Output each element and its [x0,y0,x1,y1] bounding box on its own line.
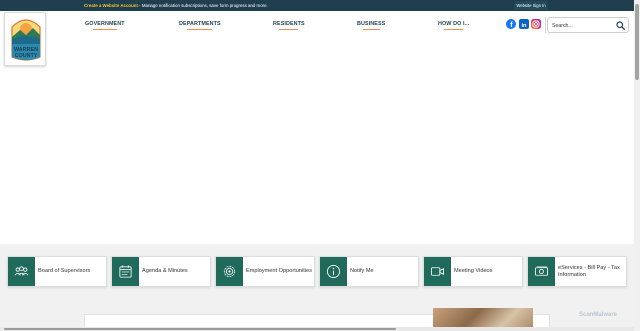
nav-underline [362,29,380,30]
quicklink-label: Meeting Videos [454,268,493,275]
quicklink-label: Employment Opportunities [246,268,312,275]
money-icon [534,266,549,276]
nav-underline [92,29,117,30]
quicklink-icon-box [320,257,347,286]
top-announcement-bar: Create a Website Account - Manage notifi… [0,0,634,11]
announcement-text: Create a Website Account - Manage notifi… [84,3,268,8]
svg-text:in: in [522,23,528,29]
nav-label: HOW DO I... [438,21,470,27]
quicklink-employment[interactable]: Employment Opportunities [215,256,315,287]
nav-label: RESIDENTS [273,21,305,27]
quicklink-agenda-minutes[interactable]: Agenda & Minutes [111,256,211,287]
gear-icon [223,265,236,278]
quicklink-icon-box [216,257,243,286]
vertical-scrollbar[interactable] [634,0,640,331]
quicklink-label: Agenda & Minutes [142,268,188,275]
quicklink-eservices[interactable]: eServices - Bill Pay - Tax Information [527,256,627,287]
nav-label: GOVERNMENT [85,21,125,27]
scrollbar-thumb[interactable] [4,328,396,330]
scanmalware-watermark: ScanMalware [579,312,618,318]
nav-underline [444,29,464,30]
quicklink-label: Notify Me [350,268,374,275]
instagram-icon[interactable] [531,19,541,29]
search-input[interactable] [552,21,610,30]
county-seal-icon: WARREN COUNTY [11,19,41,61]
search-icon[interactable] [616,21,625,30]
search-box [547,17,629,33]
horizontal-scrollbar[interactable] [0,327,634,331]
video-icon [430,267,445,276]
nav-government[interactable]: GOVERNMENT [85,21,125,30]
quicklink-label: Board of Supervisors [38,268,91,275]
quicklink-label: eServices - Bill Pay - Tax Information [558,265,620,278]
page: Create a Website Account - Manage notifi… [0,0,640,331]
warren-county-logo[interactable]: WARREN COUNTY [4,12,46,66]
quicklink-meeting-videos[interactable]: Meeting Videos [423,256,523,287]
quicklink-icon-box [8,257,35,286]
announcement-message: - Manage notification subscriptions, sav… [137,3,268,8]
quicklink-icon-box [112,257,139,286]
quicklink-notify-me[interactable]: Notify Me [319,256,419,287]
nav-business[interactable]: BUSINESS [357,21,385,30]
people-icon [14,266,29,276]
nav-residents[interactable]: RESIDENTS [273,21,305,30]
quicklink-board-of-supervisors[interactable]: Board of Supervisors [7,256,107,287]
create-account-link[interactable]: Create a Website Account [84,3,138,8]
calendar-icon [119,265,132,278]
facebook-icon[interactable]: f [506,19,516,29]
main-content-area [0,39,634,244]
website-sign-in-button[interactable]: Website Sign In [514,1,548,10]
header-divider [545,17,546,33]
nav-label: DEPARTMENTS [179,21,221,27]
nav-departments[interactable]: DEPARTMENTS [179,21,221,30]
scrollbar-thumb[interactable] [635,4,639,80]
quicklink-icon-box [424,257,451,286]
nav-how-do-i[interactable]: HOW DO I... [438,21,469,30]
nav-underline [279,29,299,30]
linkedin-icon[interactable]: in [519,19,529,29]
logo-text-line2: COUNTY [15,53,38,59]
nav-label: BUSINESS [357,21,386,27]
info-icon [326,264,341,279]
nav-underline [187,29,213,30]
quicklink-icon-box [528,257,555,286]
